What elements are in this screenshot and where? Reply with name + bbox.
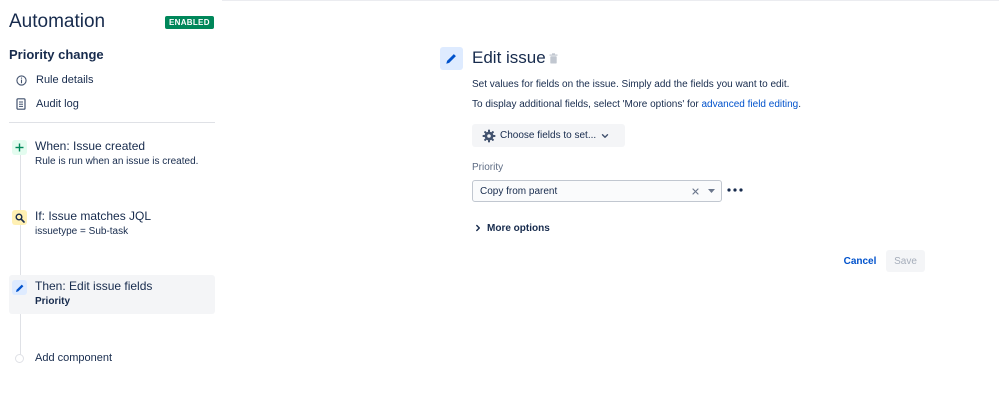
component-action-subtitle: Priority [35,296,71,307]
top-border [222,0,999,1]
cancel-button[interactable]: Cancel [839,251,881,271]
nav-audit-log[interactable]: Audit log [15,96,79,112]
app-title: Automation [9,11,106,32]
component-trigger-title: When: Issue created [35,139,146,153]
sidebar-divider [9,122,215,123]
component-trigger[interactable]: When: Issue created Rule is run when an … [9,135,215,172]
choose-fields-button[interactable]: Choose fields to set... [472,124,625,147]
add-component-label: Add component [35,352,113,364]
save-button[interactable]: Save [886,250,925,272]
search-icon [12,210,27,225]
sidebar: Automation ENABLED Priority change Rule … [0,0,222,404]
rule-name: Priority change [9,47,104,62]
more-actions-icon[interactable] [727,184,743,196]
description-suffix: . [798,99,802,110]
gear-icon [482,129,496,143]
choose-fields-label: Choose fields to set... [500,130,597,141]
chevron-right-icon [474,224,482,232]
timeline-line [20,150,21,355]
nav-rule-details-label: Rule details [36,74,94,86]
caret-down-icon[interactable] [706,187,716,195]
info-icon [15,74,27,86]
status-badge: ENABLED [165,16,214,29]
component-condition-subtitle: issuetype = Sub-task [35,226,129,237]
nav-audit-log-label: Audit log [36,98,79,110]
add-component-dot-icon [15,353,24,363]
component-trigger-subtitle: Rule is run when an issue is created. [35,156,199,167]
more-options-toggle[interactable]: More options [474,221,550,235]
priority-field-label: Priority [472,162,504,173]
nav-rule-details[interactable]: Rule details [15,72,93,88]
clear-icon[interactable] [689,184,701,198]
description-line-2: To display additional fields, select 'Mo… [472,99,801,110]
plus-icon [12,140,27,155]
description-line-1: Set values for fields on the issue. Simp… [472,79,790,90]
component-condition[interactable]: If: Issue matches JQL issuetype = Sub-ta… [9,205,215,242]
chevron-down-icon [601,132,609,140]
description-prefix: To display additional fields, select 'Mo… [472,99,702,110]
component-action-title: Then: Edit issue fields [35,279,153,293]
component-action[interactable]: Then: Edit issue fields Priority [9,275,215,314]
more-options-label: More options [487,222,550,234]
component-condition-title: If: Issue matches JQL [35,209,152,223]
add-component-button[interactable]: Add component [15,351,112,365]
priority-select[interactable]: Copy from parent [472,180,722,202]
edit-issue-pencil-icon [440,47,463,70]
pencil-icon [12,280,27,295]
advanced-field-editing-link[interactable]: advanced field editing [702,99,799,110]
page-title: Edit issue [472,48,546,67]
priority-select-value: Copy from parent [480,185,558,197]
document-icon [15,98,27,110]
trash-icon[interactable] [548,52,558,64]
